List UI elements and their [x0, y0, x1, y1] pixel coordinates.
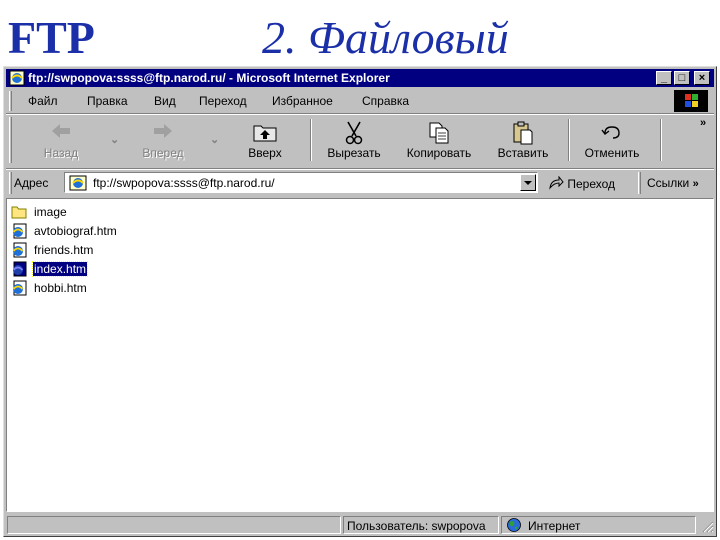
forward-arrow-icon [154, 124, 172, 138]
status-bar: Пользователь: swpopova Интернет [6, 515, 714, 535]
menu-go[interactable]: Переход [199, 94, 247, 108]
up-label: Вверх [248, 146, 282, 160]
status-user: Пользователь: swpopova [347, 519, 486, 533]
status-text-panel [7, 516, 341, 534]
back-label: Назад [43, 146, 79, 160]
copy-button[interactable]: Копировать [398, 117, 480, 163]
address-input[interactable]: ftp://swpopova:ssss@ftp.narod.ru/ [64, 172, 538, 193]
window-title: ftp://swpopova:ssss@ftp.narod.ru/ - Micr… [28, 71, 390, 85]
toolbar-more-chevron[interactable]: » [700, 117, 706, 129]
back-arrow-icon [52, 124, 70, 138]
menu-view[interactable]: Вид [154, 94, 176, 108]
toolbar-grip[interactable] [9, 117, 12, 163]
file-name: image [34, 205, 67, 219]
cut-label: Вырезать [327, 146, 381, 160]
html-document-icon [12, 280, 27, 296]
file-name: hobbi.htm [34, 281, 87, 295]
slide-title-file-mode: 2. Файловый [262, 12, 509, 63]
paste-button[interactable]: Вставить [488, 117, 558, 163]
file-name: friends.htm [34, 243, 94, 257]
resize-grip-icon[interactable] [700, 519, 714, 533]
links-label: Ссылки [647, 176, 690, 190]
up-folder-icon [253, 125, 277, 142]
menu-help[interactable]: Справка [362, 94, 409, 108]
go-button[interactable]: Переход [548, 175, 616, 191]
go-label: Переход [567, 177, 616, 191]
maximize-button[interactable]: □ [674, 71, 690, 85]
status-user-panel: Пользователь: swpopova [343, 516, 499, 534]
forward-button[interactable]: Вперед [128, 117, 198, 163]
title-bar[interactable]: ftp://swpopova:ssss@ftp.narod.ru/ - Micr… [6, 69, 714, 87]
page-icon [69, 175, 87, 191]
links-more-chevron: » [692, 178, 699, 190]
ie-icon [9, 70, 25, 86]
go-arrow-icon [549, 175, 564, 190]
minimize-button[interactable]: _ [656, 71, 672, 85]
html-document-icon [12, 261, 27, 277]
menu-edit[interactable]: Правка [87, 94, 128, 108]
windows-logo-throbber [674, 90, 708, 112]
toolbar-separator [310, 119, 312, 161]
menu-favorites[interactable]: Избранное [272, 94, 333, 108]
copy-label: Копировать [406, 146, 472, 160]
file-name: index.htm [31, 261, 89, 277]
slide-title-ftp: FTP [8, 12, 95, 63]
toolbar-separator-3 [660, 119, 662, 161]
forward-label: Вперед [142, 146, 184, 160]
menu-bar: Файл Правка Вид Переход Избранное Справк… [6, 89, 714, 113]
status-zone: Интернет [528, 519, 581, 533]
links-grip[interactable] [638, 172, 641, 194]
copy-icon [429, 122, 449, 144]
toolbar-separator-2 [568, 119, 570, 161]
address-label: Адрес [14, 176, 49, 190]
address-grip[interactable] [9, 172, 12, 194]
html-document-icon [12, 223, 27, 239]
address-dropdown-button[interactable] [520, 174, 536, 191]
undo-label: Отменить [584, 146, 640, 160]
back-dropdown-icon[interactable]: ⌄ [110, 133, 119, 146]
forward-dropdown-icon[interactable]: ⌄ [210, 133, 219, 146]
standard-toolbar: Назад ⌄ Вперед ⌄ Вверх Вырезать Копирова… [6, 115, 714, 167]
address-bar: Адрес ftp://swpopova:ssss@ftp.narod.ru/ … [6, 171, 714, 195]
undo-icon [601, 126, 620, 139]
folder-icon [11, 206, 27, 219]
windows-flag-icon [685, 94, 698, 107]
close-button[interactable]: × [694, 71, 710, 85]
file-name: avtobiograf.htm [34, 224, 117, 238]
up-button[interactable]: Вверх [232, 117, 298, 163]
scissors-icon [345, 121, 363, 145]
menu-file[interactable]: Файл [28, 94, 58, 108]
menu-grip[interactable] [9, 91, 12, 111]
file-list-pane[interactable]: image avtobiograf.htm friends.htm index.… [6, 198, 714, 512]
toolbar-address-separator [6, 168, 714, 170]
cut-button[interactable]: Вырезать [318, 117, 390, 163]
paste-clipboard-icon [513, 121, 533, 145]
dropdown-arrow-icon [524, 181, 532, 185]
undo-button[interactable]: Отменить [576, 117, 648, 163]
browser-window: ftp://swpopova:ssss@ftp.narod.ru/ - Micr… [3, 66, 717, 537]
html-document-icon [12, 242, 27, 258]
paste-label: Вставить [497, 146, 549, 160]
links-button[interactable]: Ссылки » [647, 176, 699, 190]
status-zone-panel: Интернет [501, 516, 696, 534]
globe-icon [507, 518, 521, 532]
back-button[interactable]: Назад [30, 117, 92, 163]
address-url: ftp://swpopova:ssss@ftp.narod.ru/ [93, 176, 275, 190]
